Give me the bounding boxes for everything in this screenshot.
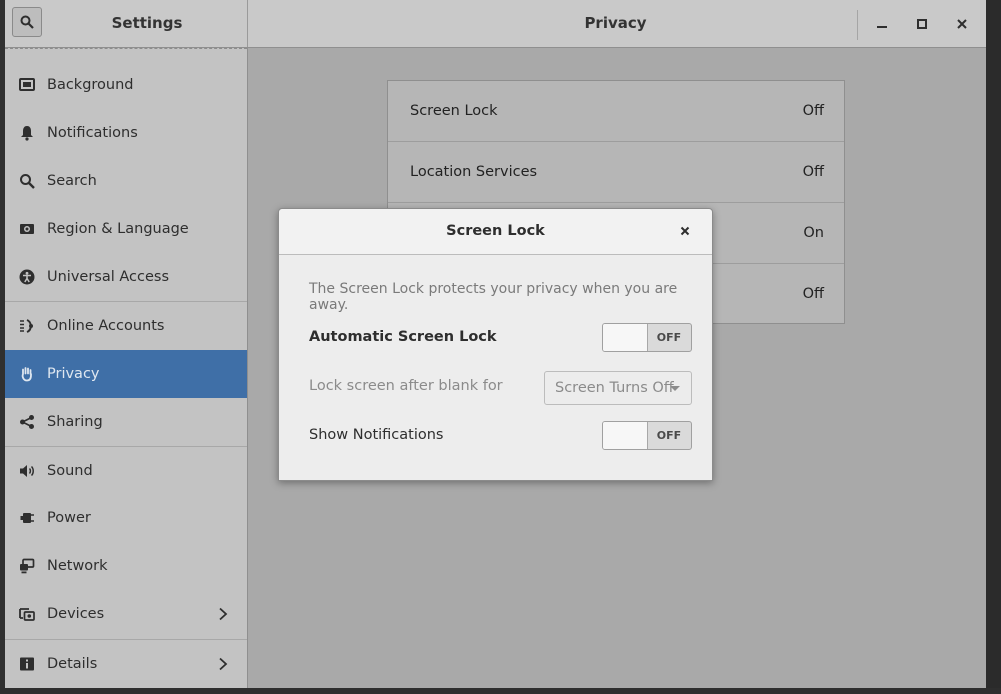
privacy-row-location-services[interactable]: Location Services Off bbox=[388, 141, 844, 202]
accessibility-icon bbox=[19, 269, 35, 285]
chevron-right-icon bbox=[219, 607, 228, 621]
sidebar-item-universal-access[interactable]: Universal Access bbox=[5, 253, 247, 301]
sidebar-item-label: Notifications bbox=[47, 125, 138, 141]
background-terminal-bottom bbox=[0, 688, 1001, 694]
sidebar-item-label: Details bbox=[47, 656, 98, 672]
sidebar-item-label: Region & Language bbox=[47, 221, 189, 237]
sidebar-item-label: Online Accounts bbox=[47, 318, 165, 334]
chevron-right-icon bbox=[219, 657, 228, 671]
dialog-description: The Screen Lock protects your privacy wh… bbox=[309, 281, 678, 313]
devices-icon bbox=[19, 608, 35, 621]
privacy-row-screen-lock[interactable]: Screen Lock Off bbox=[388, 81, 844, 142]
row-label: Screen Lock bbox=[410, 103, 498, 119]
sidebar-item-label: Search bbox=[47, 173, 97, 189]
maximize-button[interactable] bbox=[910, 12, 934, 36]
sidebar-item-label: Background bbox=[47, 77, 134, 93]
switch-knob bbox=[603, 324, 648, 351]
online-accounts-icon bbox=[20, 319, 33, 333]
header-bar: Settings Privacy bbox=[5, 0, 986, 48]
sidebar-item-background[interactable]: Background bbox=[5, 61, 247, 109]
switch-state: OFF bbox=[656, 429, 682, 442]
minimize-icon bbox=[877, 26, 887, 28]
lock-after-label: Lock screen after blank for bbox=[309, 378, 503, 394]
sidebar-item-label: Power bbox=[47, 510, 91, 526]
sidebar-item-power[interactable]: Power bbox=[5, 494, 247, 542]
search-icon bbox=[20, 174, 35, 189]
dialog-title: Screen Lock bbox=[446, 223, 545, 239]
lock-after-combo[interactable]: Screen Turns Off bbox=[544, 371, 692, 405]
network-icon bbox=[20, 558, 35, 574]
sidebar-item-label: Sharing bbox=[47, 414, 103, 430]
sidebar-item-details[interactable]: Details bbox=[5, 639, 247, 687]
sidebar-item-label: Privacy bbox=[47, 366, 100, 382]
show-notifications-switch[interactable]: OFF bbox=[602, 421, 692, 450]
sidebar-item-network[interactable]: Network bbox=[5, 542, 247, 590]
sidebar-item-online-accounts[interactable]: Online Accounts bbox=[5, 301, 247, 349]
sidebar-item-sharing[interactable]: Sharing bbox=[5, 398, 247, 446]
sidebar-item-label: Sound bbox=[47, 463, 93, 479]
sidebar-item-privacy[interactable]: Privacy bbox=[5, 350, 247, 398]
maximize-icon bbox=[917, 19, 927, 29]
info-icon bbox=[20, 657, 34, 671]
dialog-header: Screen Lock bbox=[279, 209, 712, 255]
sidebar: Background Notifications Search Region &… bbox=[5, 48, 248, 688]
search-button[interactable] bbox=[12, 7, 42, 37]
settings-title: Settings bbox=[111, 14, 183, 32]
close-window-button[interactable] bbox=[950, 12, 974, 36]
close-icon[interactable] bbox=[679, 225, 691, 237]
power-icon bbox=[20, 513, 34, 523]
minimize-button[interactable] bbox=[870, 12, 894, 36]
switch-state: OFF bbox=[656, 331, 682, 344]
switch-knob bbox=[603, 422, 648, 449]
sidebar-item-devices[interactable]: Devices bbox=[5, 590, 247, 638]
window-controls-separator bbox=[857, 10, 858, 40]
speaker-icon bbox=[20, 465, 34, 477]
search-icon bbox=[20, 15, 34, 29]
sidebar-item-label: Devices bbox=[47, 606, 105, 622]
close-icon bbox=[957, 19, 967, 29]
header-left: Settings bbox=[5, 0, 248, 47]
row-label: Location Services bbox=[410, 164, 538, 180]
sidebar-item-region-language[interactable]: Region & Language bbox=[5, 205, 247, 253]
row-value: Off bbox=[802, 164, 824, 180]
hand-icon bbox=[21, 367, 32, 382]
show-notifications-label: Show Notifications bbox=[309, 427, 444, 443]
sidebar-item-sound[interactable]: Sound bbox=[5, 446, 247, 494]
screen-lock-dialog: Screen Lock The Screen Lock protects you… bbox=[278, 208, 713, 481]
share-icon bbox=[20, 415, 34, 429]
sidebar-item-label: Universal Access bbox=[47, 269, 170, 285]
region-icon bbox=[20, 224, 34, 234]
dropdown-arrow-icon bbox=[670, 386, 680, 391]
sidebar-scroll-edge bbox=[5, 48, 247, 60]
row-value: Off bbox=[802, 286, 824, 302]
sidebar-item-search[interactable]: Search bbox=[5, 157, 247, 205]
row-value: Off bbox=[802, 103, 824, 119]
background-icon bbox=[19, 78, 35, 91]
combo-value: Screen Turns Off bbox=[555, 380, 674, 396]
bell-icon bbox=[21, 126, 33, 141]
sidebar-item-label: Network bbox=[47, 558, 108, 574]
automatic-screen-lock-switch[interactable]: OFF bbox=[602, 323, 692, 352]
automatic-screen-lock-label: Automatic Screen Lock bbox=[309, 329, 497, 345]
sidebar-item-notifications[interactable]: Notifications bbox=[5, 109, 247, 157]
row-value: On bbox=[803, 225, 824, 241]
